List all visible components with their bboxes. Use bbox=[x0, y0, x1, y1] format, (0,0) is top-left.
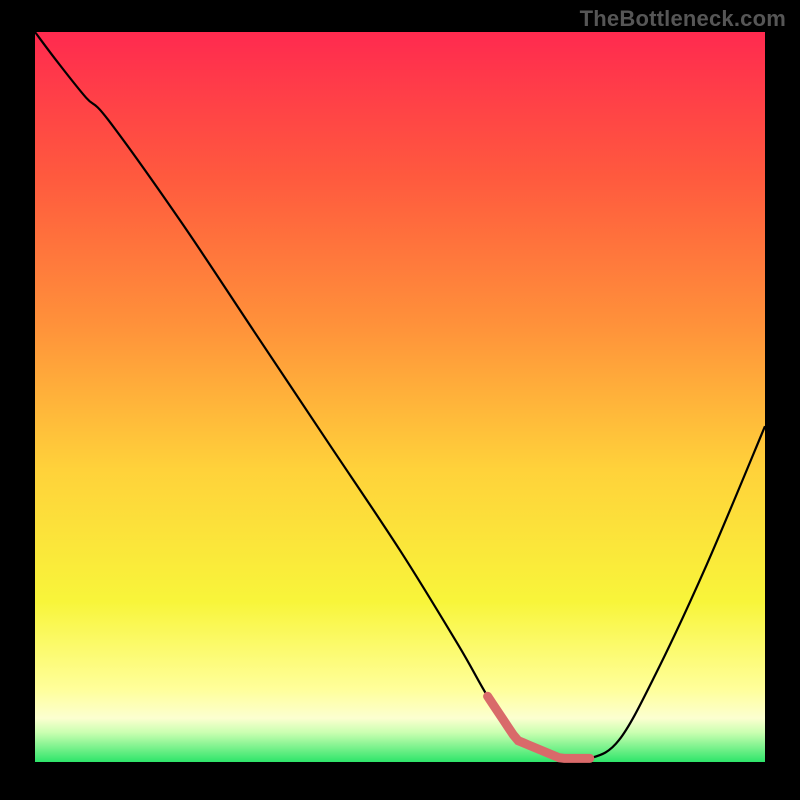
plot-area bbox=[35, 32, 765, 762]
bottom-highlight bbox=[488, 696, 590, 758]
curve-layer bbox=[35, 32, 765, 762]
bottleneck-curve bbox=[35, 32, 765, 761]
watermark-text: TheBottleneck.com bbox=[580, 6, 786, 32]
